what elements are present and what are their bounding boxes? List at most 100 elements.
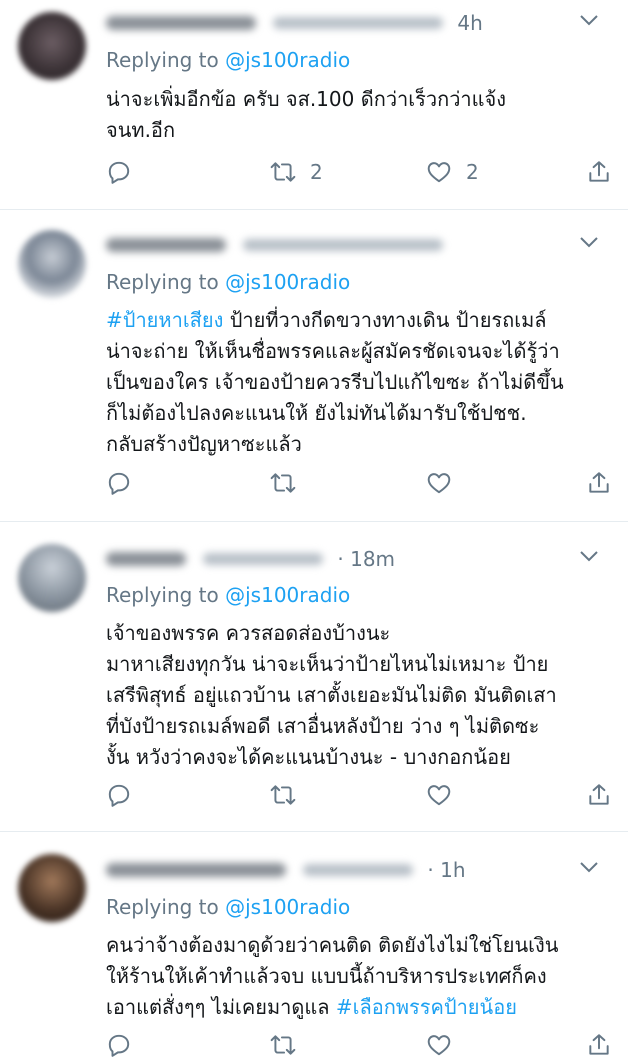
share-button[interactable] <box>586 466 612 500</box>
hashtag-link[interactable]: #เลือกพรรคป้ายน้อย <box>336 995 517 1019</box>
replying-to-handle[interactable]: @js100radio <box>225 895 350 919</box>
replying-to-label: Replying to <box>106 270 219 294</box>
timestamp[interactable]: 4h <box>457 11 482 35</box>
tweet-text-line: มาหาเสียงทุกวัน น่าจะเห็นว่าป้ายไหนไม่เห… <box>106 649 616 680</box>
reply-icon <box>108 161 130 184</box>
tweet[interactable]: · 18m Replying to @js100radio เจ้าของพรร… <box>0 522 628 832</box>
avatar[interactable] <box>18 544 86 612</box>
tweet-text-segment: งั้น หวังว่าคงจะได้คะแนนบ้างนะ - บางกอกน… <box>106 745 511 769</box>
tweet-header: · 1h <box>106 857 614 887</box>
tweet-text: เจ้าของพรรค ควรสอดส่องบ้างนะมาหาเสียงทุก… <box>106 618 616 773</box>
share-icon <box>589 784 609 805</box>
replying-to: Replying to @js100radio <box>106 48 350 72</box>
tweet-text-segment: เสรีพิสุทธ์ อยู่แถวบ้าน เสาตั้งเยอะมันไม… <box>106 683 557 707</box>
caret-down-icon[interactable] <box>580 550 598 562</box>
retweet-button[interactable] <box>270 466 310 500</box>
replying-to: Replying to @js100radio <box>106 270 350 294</box>
like-button[interactable]: 2 <box>426 155 479 189</box>
author-name-blurred[interactable] <box>106 16 256 30</box>
tweet-text: คนว่าจ้างต้องมาดูด้วยว่าคนติด ติดยังไงไม… <box>106 930 616 1023</box>
tweet-text-segment: จนท.อีก <box>106 118 176 142</box>
tweet-text-line: ที่บังป้ายรถเมล์พอดี เสาอื่นหลังป้าย ว่า… <box>106 711 616 742</box>
caret-down-icon[interactable] <box>580 14 598 26</box>
avatar[interactable] <box>18 230 86 298</box>
like-icon <box>427 1035 451 1056</box>
reply-icon <box>108 1034 130 1057</box>
tweet-text-line: เอาแต่สั่งๆๆ ไม่เคยมาดูแล #เลือกพรรคป้าย… <box>106 992 616 1023</box>
reply-button[interactable] <box>106 155 146 189</box>
replying-to-label: Replying to <box>106 583 219 607</box>
reply-icon <box>108 472 130 495</box>
tweet-text-line: จนท.อีก <box>106 115 616 146</box>
share-icon <box>589 1034 609 1055</box>
tweet-text-segment: ที่บังป้ายรถเมล์พอดี เสาอื่นหลังป้าย ว่า… <box>106 714 540 738</box>
tweet-text: #ป้ายหาเสียง ป้ายที่วางกีดขวางทางเดิน ป้… <box>106 305 616 460</box>
tweet-text-line: น่าจะเพิ่มอีกข้อ ครับ จส.100 ดีกว่าเร็วก… <box>106 84 616 115</box>
tweet-text-segment: คนว่าจ้างต้องมาดูด้วยว่าคนติด ติดยังไงไม… <box>106 933 559 957</box>
retweet-count: 2 <box>310 160 323 184</box>
hashtag-link[interactable]: #ป้ายหาเสียง <box>106 308 223 332</box>
tweet-header <box>106 232 614 262</box>
tweet-text-line: #ป้ายหาเสียง ป้ายที่วางกีดขวางทางเดิน ป้… <box>106 305 616 336</box>
tweet-text-line: เสรีพิสุทธ์ อยู่แถวบ้าน เสาตั้งเยอะมันไม… <box>106 680 616 711</box>
share-button[interactable] <box>586 778 612 812</box>
author-name-blurred[interactable] <box>106 552 186 566</box>
tweet-text-line: ให้ร้านให้เค้าทำแล้วจบ แบบนี้ถ้าบริหารปร… <box>106 961 616 992</box>
author-name-blurred[interactable] <box>106 863 286 877</box>
like-icon <box>427 473 451 494</box>
tweet-text: น่าจะเพิ่มอีกข้อ ครับ จส.100 ดีกว่าเร็วก… <box>106 84 616 146</box>
replying-to-handle[interactable]: @js100radio <box>225 48 350 72</box>
avatar[interactable] <box>18 12 86 80</box>
retweet-button[interactable] <box>270 1028 310 1062</box>
replying-to-label: Replying to <box>106 48 219 72</box>
replying-to-handle[interactable]: @js100radio <box>225 583 350 607</box>
share-button[interactable] <box>586 1028 612 1062</box>
share-button[interactable] <box>586 155 612 189</box>
reply-button[interactable] <box>106 778 146 812</box>
tweet-header: 4h <box>106 10 614 40</box>
author-handle-blurred <box>242 239 443 251</box>
replying-to-label: Replying to <box>106 895 219 919</box>
tweet[interactable]: · 1h Replying to @js100radio คนว่าจ้างต้… <box>0 832 628 1062</box>
retweet-icon <box>270 473 296 493</box>
replying-to: Replying to @js100radio <box>106 583 350 607</box>
retweet-button[interactable] <box>270 778 310 812</box>
reply-button[interactable] <box>106 1028 146 1062</box>
tweet-text-line: น่าจะถ่าย ให้เห็นชื่อพรรคและผู้สมัครชัดเ… <box>106 336 616 367</box>
like-button[interactable] <box>426 1028 466 1062</box>
replying-to-handle[interactable]: @js100radio <box>225 270 350 294</box>
tweet-text-line: กลับสร้างปัญหาซะแล้ว <box>106 429 616 460</box>
like-button[interactable] <box>426 466 466 500</box>
timestamp[interactable]: · 18m <box>337 547 395 571</box>
tweet-text-segment: เจ้าของพรรค ควรสอดส่องบ้างนะ <box>106 621 391 645</box>
author-handle-blurred <box>272 17 443 29</box>
avatar[interactable] <box>18 854 86 922</box>
like-icon <box>427 162 451 183</box>
share-icon <box>589 161 609 182</box>
tweet[interactable]: 4h Replying to @js100radio น่าจะเพิ่มอีก… <box>0 0 628 210</box>
tweet-text-segment: น่าจะถ่าย ให้เห็นชื่อพรรคและผู้สมัครชัดเ… <box>106 339 560 363</box>
tweet-header: · 18m <box>106 546 614 576</box>
tweet[interactable]: Replying to @js100radio #ป้ายหาเสียง ป้า… <box>0 210 628 522</box>
reply-icon <box>108 784 130 807</box>
author-handle-blurred <box>202 553 323 565</box>
tweet-feed: 4h Replying to @js100radio น่าจะเพิ่มอีก… <box>0 0 628 1062</box>
reply-button[interactable] <box>106 466 146 500</box>
caret-down-icon[interactable] <box>580 236 598 248</box>
caret-down-icon[interactable] <box>580 861 598 873</box>
share-icon <box>589 472 609 493</box>
timestamp[interactable]: · 1h <box>427 858 465 882</box>
like-button[interactable] <box>426 778 466 812</box>
tweet-actions <box>0 466 628 500</box>
author-handle-blurred <box>302 864 413 876</box>
like-count: 2 <box>466 160 479 184</box>
author-name-blurred[interactable] <box>106 238 226 252</box>
replying-to: Replying to @js100radio <box>106 895 350 919</box>
tweet-text-segment: มาหาเสียงทุกวัน น่าจะเห็นว่าป้ายไหนไม่เห… <box>106 652 549 676</box>
tweet-text-segment: เป็นของใคร เจ้าของป้ายควรรีบไปแก้ไขซะ ถ้… <box>106 370 564 394</box>
tweet-text-line: ก็ไม่ต้องไปลงคะแนนให้ ยังไม่ทันได้มารับใ… <box>106 398 616 429</box>
tweet-text-segment: น่าจะเพิ่มอีกข้อ ครับ จส.100 ดีกว่าเร็วก… <box>106 87 507 111</box>
tweet-text-segment: กลับสร้างปัญหาซะแล้ว <box>106 432 302 456</box>
retweet-button[interactable]: 2 <box>270 155 323 189</box>
tweet-actions: 2 2 <box>0 155 628 189</box>
